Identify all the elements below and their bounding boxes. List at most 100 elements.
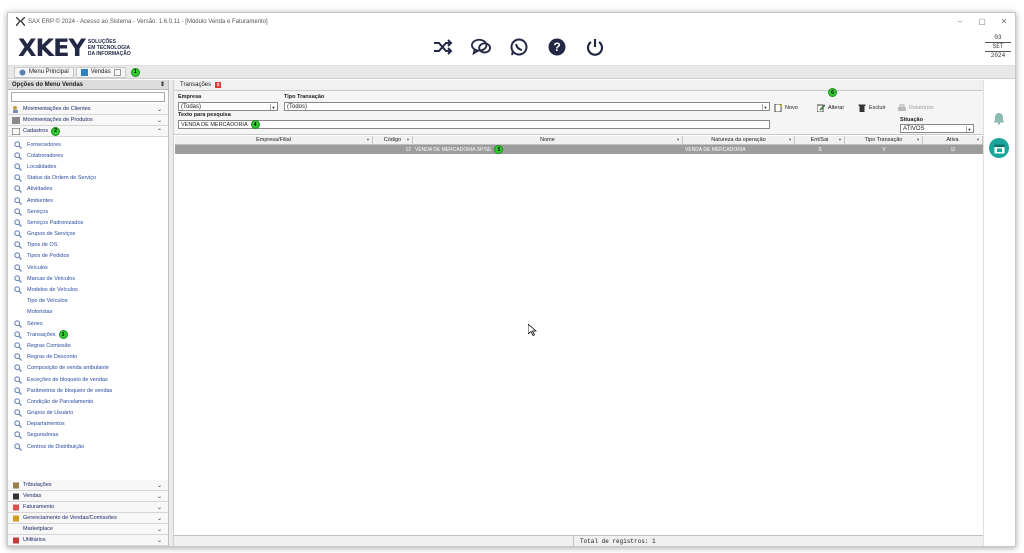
chat-icon[interactable] xyxy=(471,35,491,59)
doc-tab-close-icon[interactable]: x xyxy=(215,82,222,88)
group-icon xyxy=(12,493,20,500)
filter-icon[interactable]: ▼ xyxy=(788,137,792,142)
sidebar-item-label: Colaboradores xyxy=(27,152,64,159)
column-label: Ativa xyxy=(946,137,959,143)
excluir-label: Excluir xyxy=(869,105,886,111)
sidebar-item[interactable]: Parâmetros de bloqueio de vendas xyxy=(8,385,168,396)
sidebar-bottom-groups: Tributações ⌄ Vendas ⌄ Faturamento ⌄ Gerenciam… xyxy=(8,480,168,546)
chevron-down-icon: ⌄ xyxy=(156,516,162,522)
tab-close-icon[interactable] xyxy=(113,68,121,76)
sidebar-group[interactable]: Marketplace ⌄ xyxy=(8,524,168,535)
minimize-button[interactable]: – xyxy=(949,17,971,26)
search-input[interactable]: VENDA DE MERCADORIA 4 xyxy=(178,120,770,129)
sidebar-item[interactable]: Marcas de Veículos xyxy=(8,273,168,284)
sidebar-group[interactable]: Utilitários ⌄ xyxy=(8,535,168,546)
sidebar-group-cadastros[interactable]: Cadastros 2 ⌃ xyxy=(8,126,168,137)
tipo-transacao-select[interactable]: (Todos) ▼ xyxy=(284,102,770,111)
maximize-button[interactable]: ▢ xyxy=(971,17,993,26)
sidebar-item[interactable]: Condição de Parcelamento xyxy=(8,396,168,407)
filter-icon[interactable]: ▼ xyxy=(916,137,920,142)
group-icon xyxy=(12,526,20,533)
column-tipo-transacao[interactable]: Tipo Transação ▼ xyxy=(845,136,923,144)
sidebar-item[interactable]: Centros de Distribuição xyxy=(8,441,168,452)
column-codigo[interactable]: Código ▼ xyxy=(373,136,413,144)
sidebar-item[interactable]: Ambientes xyxy=(8,195,168,206)
search-value: VENDA DE MERCADORIA xyxy=(181,121,248,128)
column-natureza[interactable]: Natureza da operação ▼ xyxy=(683,136,795,144)
sidebar-item[interactable]: Colaboradores xyxy=(8,150,168,161)
empresa-select[interactable]: (Todas) ▼ xyxy=(178,102,278,111)
sidebar-item-label: Localidades xyxy=(27,163,57,170)
notification-bell-icon[interactable] xyxy=(989,108,1009,128)
current-date: 03 SET 2024 xyxy=(985,34,1011,60)
table-row[interactable]: 12 VENDA DE MERCADORIA SP/SE 5 VENDA DE … xyxy=(175,145,983,154)
sidebar-item[interactable]: Modelos de Veículos xyxy=(8,284,168,295)
sidebar-group[interactable]: Vendas ⌄ xyxy=(8,491,168,502)
sidebar-item[interactable]: Regras Comissão xyxy=(8,340,168,351)
relatorios-button[interactable]: Relatórios xyxy=(898,103,934,112)
sidebar-item[interactable]: Transações 3 xyxy=(8,329,168,340)
sidebar-item[interactable]: Serviços xyxy=(8,206,168,217)
help-icon[interactable]: ? xyxy=(547,35,567,59)
sidebar-item-label: Regras Comissão xyxy=(27,342,71,349)
whatsapp-icon[interactable] xyxy=(509,35,529,59)
tab-menu-principal[interactable]: Menu Principal xyxy=(14,66,74,78)
tipo-transacao-label: Tipo Transação xyxy=(284,94,325,100)
sidebar-group[interactable]: Faturamento ⌄ xyxy=(8,502,168,513)
sidebar-group-movimentacoes-clientes[interactable]: Movimentações de Clientes ⌄ xyxy=(8,104,168,115)
filter-icon[interactable]: ▼ xyxy=(838,137,842,142)
alterar-button[interactable]: Alterar xyxy=(816,104,844,113)
group-label: Utilitários xyxy=(23,537,46,543)
sidebar-group[interactable]: Tributações ⌄ xyxy=(8,480,168,491)
group-label: Marketplace xyxy=(23,526,53,532)
column-ent-sai[interactable]: Ent/Sai ▼ xyxy=(795,136,845,144)
sidebar-item[interactable]: Seguradoras xyxy=(8,430,168,441)
sidebar-item[interactable]: Grupos de Serviços xyxy=(8,229,168,240)
sidebar-item[interactable]: Tipos de Pedidos xyxy=(8,251,168,262)
svg-text:?: ? xyxy=(553,40,560,54)
sidebar-item[interactable]: Séries xyxy=(8,318,168,329)
sidebar-item[interactable]: Exceções de bloqueio de vendas xyxy=(8,374,168,385)
sidebar-group-movimentacoes-produtos[interactable]: Movimentações de Produtos ⌄ xyxy=(8,115,168,126)
doc-tab-transacoes[interactable]: Transações x xyxy=(174,80,983,91)
sidebar-item[interactable]: Atividades xyxy=(8,184,168,195)
search-icon xyxy=(14,140,22,149)
column-ativa[interactable]: Ativa ▼ xyxy=(923,136,983,144)
sidebar-item-label: Fornecedores xyxy=(27,141,61,148)
filter-icon[interactable]: ▼ xyxy=(676,137,680,142)
pin-icon[interactable]: ⇕ xyxy=(160,81,165,88)
sidebar-item[interactable]: Composição de venda ambulante xyxy=(8,363,168,374)
search-icon xyxy=(14,431,22,440)
excluir-button[interactable]: Excluir xyxy=(858,104,886,112)
sidebar-item[interactable]: Regras de Desconto xyxy=(8,352,168,363)
sidebar-search-input[interactable] xyxy=(11,92,165,102)
search-icon xyxy=(14,174,22,183)
column-empresa-filial[interactable]: Empresa/Filial ▼ xyxy=(175,136,373,144)
sidebar-item[interactable]: Departamentos xyxy=(8,419,168,430)
sidebar-item[interactable]: Fornecedores xyxy=(8,139,168,150)
sidebar-item[interactable]: Localidades xyxy=(8,161,168,172)
annotation-marker: 4 xyxy=(250,120,260,129)
group-label: Cadastros xyxy=(23,128,49,134)
sidebar-item[interactable]: Tipo de Veículos xyxy=(8,296,168,307)
sidebar-item[interactable]: Status da Ordem de Serviço xyxy=(8,173,168,184)
cell-ativa-checkbox[interactable]: ☑ xyxy=(923,145,983,154)
sidebar-group[interactable]: Gerenciamento de Vendas/Comissões ⌄ xyxy=(8,513,168,524)
situacao-select[interactable]: ATIVOS ▼ xyxy=(900,124,974,133)
filter-icon[interactable]: ▼ xyxy=(976,137,980,142)
novo-button[interactable]: Novo xyxy=(774,103,798,113)
sidebar-item[interactable]: Serviços Padronizados xyxy=(8,217,168,228)
sidebar-item[interactable]: Grupos de Usuário xyxy=(8,408,168,419)
filter-icon[interactable]: ▼ xyxy=(406,137,410,142)
sidebar-item[interactable]: Tipos de OS xyxy=(8,240,168,251)
calendar-icon[interactable] xyxy=(989,138,1009,158)
status-bar: Total de registros: 1 xyxy=(174,535,983,546)
filter-icon[interactable]: ▼ xyxy=(366,137,370,142)
close-button[interactable]: ✕ xyxy=(993,17,1015,26)
column-nome[interactable]: Nome ▼ xyxy=(413,136,683,144)
shuffle-icon[interactable] xyxy=(433,35,453,59)
sidebar-item[interactable]: Veículos xyxy=(8,262,168,273)
sidebar-item[interactable]: Motoristas xyxy=(8,307,168,318)
power-icon[interactable] xyxy=(585,35,605,59)
tab-vendas[interactable]: Vendas xyxy=(75,66,126,78)
